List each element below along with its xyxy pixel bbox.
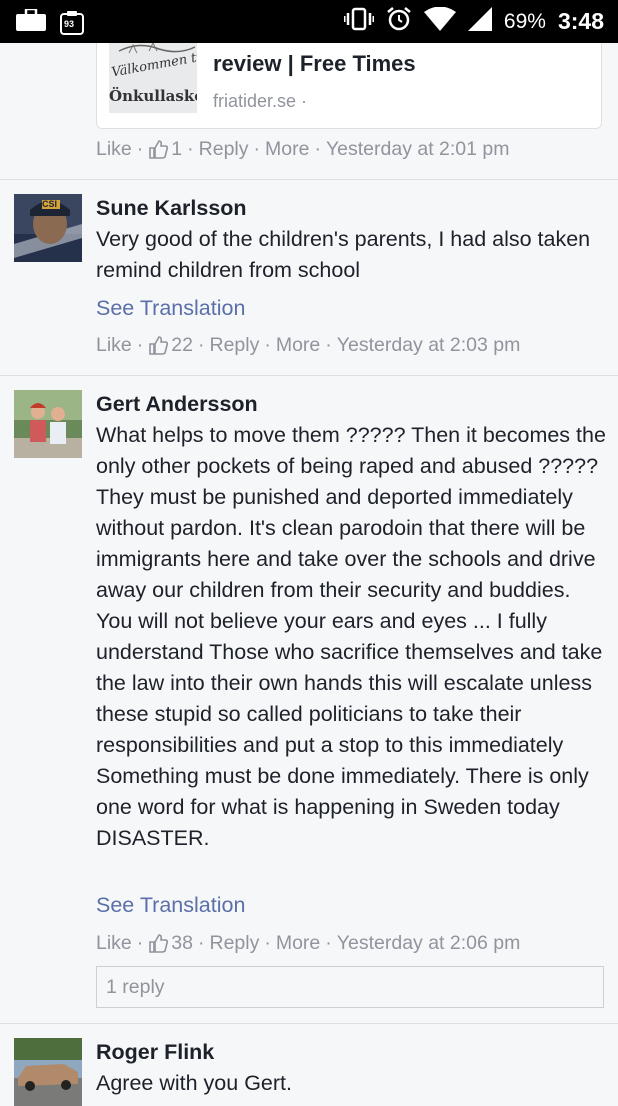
alarm-icon — [386, 6, 412, 37]
comment-text: What helps to move them ????? Then it be… — [96, 423, 606, 850]
more-button[interactable]: More — [276, 932, 320, 955]
clock: 3:48 — [557, 8, 604, 34]
like-button[interactable]: Like — [96, 334, 132, 357]
comment-actions: Like · 38 · Reply · More · Yesterday at … — [96, 932, 521, 955]
wifi-icon — [423, 6, 456, 36]
reply-button[interactable]: Reply — [209, 932, 259, 955]
comment-author[interactable]: Roger Flink — [96, 1040, 214, 1065]
avatar[interactable] — [14, 390, 82, 458]
notification-count: 93 — [64, 18, 75, 29]
link-title[interactable]: review | Free Times — [213, 51, 416, 77]
replies-count-label: 1 reply — [106, 976, 165, 998]
comment-actions: Like · 22 · Reply · More · Yesterday at … — [96, 334, 521, 357]
like-button[interactable]: Like — [96, 138, 132, 161]
like-button[interactable]: Like — [96, 932, 132, 955]
status-bar: 93 69% 3:48 — [0, 0, 618, 43]
link-thumbnail: Välkommen till Önkullaskolan — [109, 43, 197, 113]
thumbs-up-icon — [149, 140, 169, 159]
divider — [0, 375, 618, 376]
comment-author[interactable]: Sune Karlsson — [96, 196, 247, 221]
more-button[interactable]: More — [276, 334, 320, 357]
comment-actions: Like · 1 · Reply · More · Yesterday at 2… — [96, 138, 510, 161]
view-replies-button[interactable]: 1 reply — [96, 966, 604, 1008]
more-button[interactable]: More — [265, 138, 309, 161]
briefcase-icon — [16, 7, 46, 36]
see-translation-link[interactable]: See Translation — [96, 893, 245, 918]
avatar-cap-text: CSI — [42, 199, 58, 209]
link-domain: friatider.se · — [213, 91, 308, 111]
like-count: 38 — [171, 932, 193, 954]
thumbs-up-icon — [149, 336, 169, 355]
comment-timestamp[interactable]: Yesterday at 2:06 pm — [337, 932, 521, 955]
comment-text: Very good of the children's parents, I h… — [96, 227, 591, 282]
comment-author[interactable]: Gert Andersson — [96, 392, 258, 417]
vibrate-icon — [343, 7, 375, 36]
link-preview-card[interactable]: Välkommen till Önkullaskolan review | Fr… — [96, 43, 602, 129]
signal-icon — [467, 7, 492, 36]
comment-timestamp[interactable]: Yesterday at 2:03 pm — [337, 334, 521, 357]
thumbnail-text-bottom: Önkullaskolan — [109, 87, 197, 105]
divider — [0, 179, 618, 180]
reply-button[interactable]: Reply — [199, 138, 249, 161]
like-count: 1 — [171, 138, 183, 160]
thumbs-up-icon — [149, 934, 169, 953]
battery-level: 69% — [503, 9, 546, 33]
comment-text: Agree with you Gert. — [96, 1071, 292, 1095]
like-count: 22 — [171, 334, 193, 356]
comment-timestamp[interactable]: Yesterday at 2:01 pm — [326, 138, 510, 161]
avatar[interactable]: CSI — [14, 194, 82, 262]
divider — [0, 1023, 618, 1024]
avatar[interactable] — [14, 1038, 82, 1106]
notification-badge-icon: 93 — [60, 10, 84, 35]
reply-button[interactable]: Reply — [209, 334, 259, 357]
see-translation-link[interactable]: See Translation — [96, 296, 245, 321]
